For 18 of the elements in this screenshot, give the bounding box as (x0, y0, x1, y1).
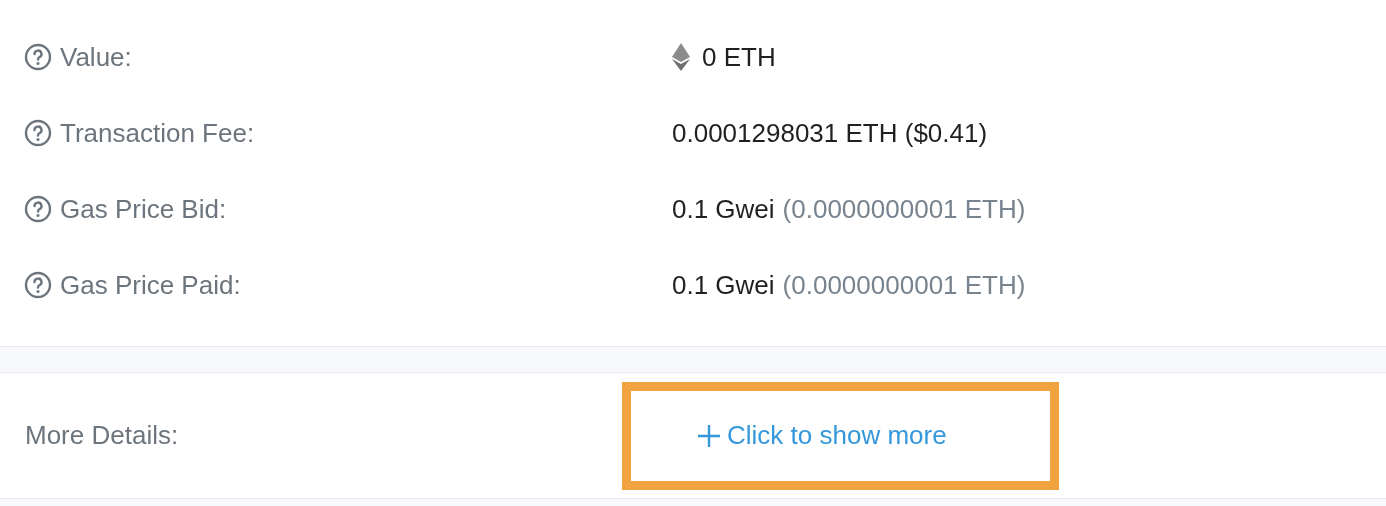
field-value: 0.1 Gwei (672, 268, 775, 302)
plus-icon (697, 423, 721, 448)
field-value: 0.0001298031 ETH ($0.41) (672, 116, 988, 150)
field-label: Gas Price Paid: (60, 268, 241, 302)
more-details-label: More Details: (25, 420, 179, 450)
help-icon (24, 195, 52, 223)
field-value: 0 ETH (702, 40, 776, 74)
ether-icon (672, 43, 690, 71)
field-note: (0.0000000001 ETH) (782, 268, 1026, 302)
field-label: Value: (60, 40, 132, 74)
field-value: 0.1 Gwei (672, 192, 775, 226)
field-label: Transaction Fee: (60, 116, 255, 150)
field-label: Gas Price Bid: (60, 192, 227, 226)
help-icon (24, 43, 52, 71)
help-icon (24, 271, 52, 299)
help-icon (24, 119, 52, 147)
show-more-link[interactable]: Click to show more (697, 416, 947, 455)
field-note: (0.0000000001 ETH) (782, 192, 1026, 226)
